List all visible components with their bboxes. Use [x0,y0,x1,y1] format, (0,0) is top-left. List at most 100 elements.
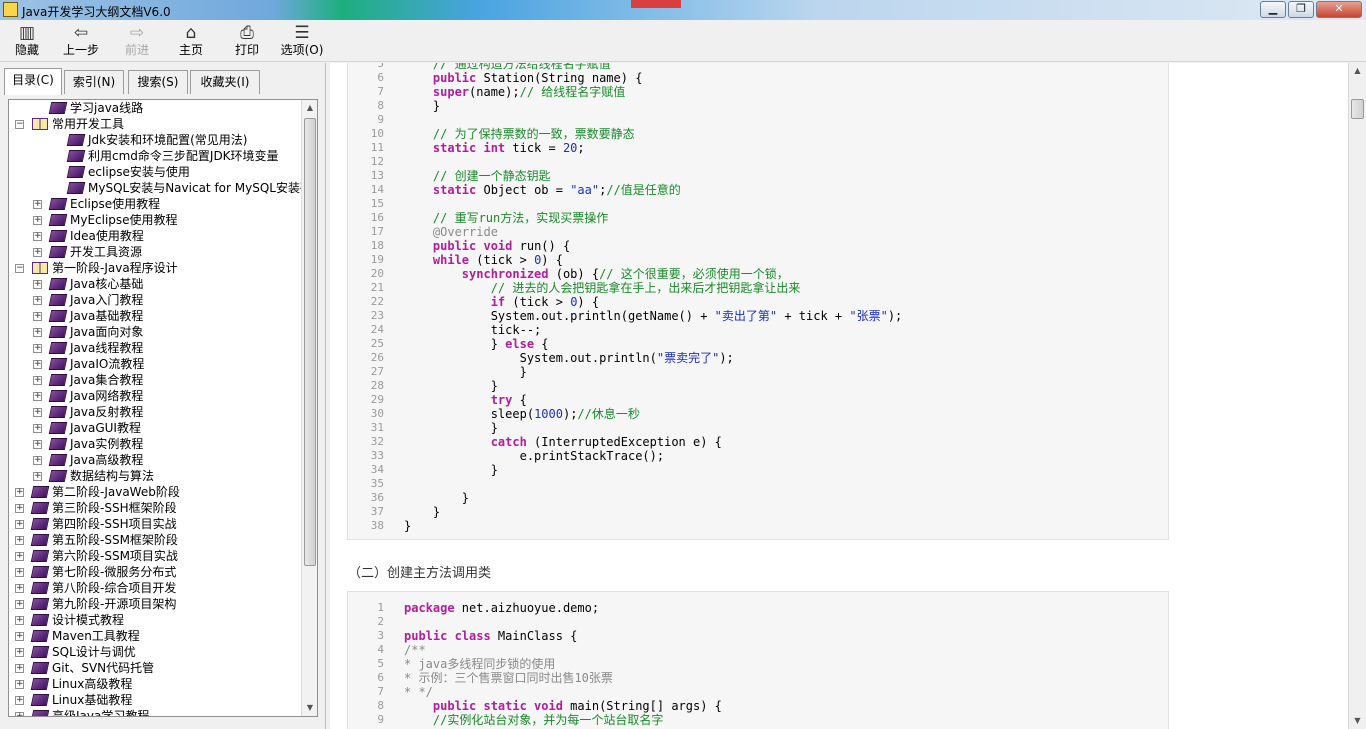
expand-icon[interactable]: + [33,344,42,353]
tree-scrollbar[interactable]: ▲ ▼ [301,100,317,716]
content-scrollbar[interactable]: ▲ ▼ [1348,63,1366,729]
expand-icon[interactable]: + [33,280,42,289]
code-line: 8 public static void main(String[] args)… [348,699,1168,713]
expand-icon[interactable]: + [15,680,24,689]
expand-icon[interactable]: + [33,296,42,305]
tab-favorites[interactable]: 收藏夹(I) [190,70,260,94]
tree-item[interactable]: + SQL设计与调优 [9,644,301,660]
expand-icon[interactable]: + [15,504,24,513]
tree-item[interactable]: Jdk安装和环境配置(常见用法) [9,132,301,148]
tree-item[interactable]: + Java基础教程 [9,308,301,324]
tree-item[interactable]: eclipse安装与使用 [9,164,301,180]
expand-icon[interactable]: + [15,536,24,545]
expand-icon[interactable]: + [33,360,42,369]
tree-item[interactable]: + Java线程教程 [9,340,301,356]
code-token: (ob) { [548,267,600,281]
expand-icon[interactable]: + [15,616,24,625]
expand-icon[interactable]: + [33,216,42,225]
expand-icon[interactable]: + [33,424,42,433]
tree-item[interactable]: + JavaGUI教程 [9,420,301,436]
tree-item[interactable]: + 第八阶段-综合项目开发 [9,580,301,596]
tree-item[interactable]: + Java面向对象 [9,324,301,340]
tree-item[interactable]: 利用cmd命令三步配置JDK环境变量 [9,148,301,164]
expand-icon[interactable]: + [15,664,24,673]
tree-item[interactable]: + 第二阶段-JavaWeb阶段 [9,484,301,500]
collapse-icon[interactable]: − [15,120,24,129]
expand-icon[interactable]: + [33,200,42,209]
forward-button[interactable]: ⇨ 前进 [114,23,160,61]
scroll-down-icon[interactable]: ▼ [302,700,317,716]
expand-icon[interactable]: + [15,648,24,657]
expand-icon[interactable]: + [33,232,42,241]
close-button[interactable]: ✕ [1316,1,1362,18]
restore-button[interactable]: ❐ [1288,1,1314,18]
code-text: public Station(String name) { [404,71,643,85]
tree-item[interactable]: + Java网络教程 [9,388,301,404]
back-button[interactable]: ⇦ 上一步 [58,23,104,61]
tab-contents[interactable]: 目录(C) [4,68,62,95]
print-button[interactable]: ⎙ 打印 [224,23,270,61]
expand-icon[interactable]: + [33,248,42,257]
expand-icon[interactable]: + [33,376,42,385]
scroll-up-icon[interactable]: ▲ [302,100,317,116]
expand-icon[interactable]: + [15,712,24,716]
collapse-icon[interactable]: − [15,264,24,273]
tree-item[interactable]: + 数据结构与算法 [9,468,301,484]
expand-icon[interactable]: + [15,584,24,593]
tree-item[interactable]: + Linux基础教程 [9,692,301,708]
tree-item[interactable]: + 第四阶段-SSH项目实战 [9,516,301,532]
expand-icon[interactable]: + [33,392,42,401]
expand-icon[interactable]: + [15,696,24,705]
tree-item[interactable]: + Maven工具教程 [9,628,301,644]
tree-scroll-thumb[interactable] [304,118,316,566]
tree-item[interactable]: + MyEclipse使用教程 [9,212,301,228]
expand-icon[interactable]: + [15,488,24,497]
tree-item[interactable]: + Java高级教程 [9,452,301,468]
tree-item[interactable]: + 第五阶段-SSM框架阶段 [9,532,301,548]
minimize-button[interactable]: ▁ [1260,1,1286,18]
expand-icon[interactable]: + [15,568,24,577]
tree-item[interactable]: + Idea使用教程 [9,228,301,244]
tree-item[interactable]: − 常用开发工具 [9,116,301,132]
expand-icon[interactable]: + [15,552,24,561]
scroll-down-icon[interactable]: ▼ [1349,713,1366,729]
expand-icon[interactable]: + [33,440,42,449]
code-text: public void run() { [404,239,570,253]
expand-icon[interactable]: + [15,520,24,529]
expand-icon[interactable]: + [15,600,24,609]
content-scroll-thumb[interactable] [1351,99,1364,119]
tree-item[interactable]: + Java集合教程 [9,372,301,388]
tree-item[interactable]: + Java核心基础 [9,276,301,292]
options-button[interactable]: ☰ 选项(O) [276,23,328,61]
expand-icon[interactable]: + [33,456,42,465]
tree-item[interactable]: MySQL安装与Navicat for MySQL安装破解 [9,180,301,196]
home-button[interactable]: ⌂ 主页 [168,23,214,61]
tree-item[interactable]: + 第三阶段-SSH框架阶段 [9,500,301,516]
expand-icon[interactable]: + [33,408,42,417]
tree-item[interactable]: + 高级Java学习教程 [9,708,301,716]
expand-icon[interactable]: + [33,472,42,481]
tree-item[interactable]: + 设计模式教程 [9,612,301,628]
tree-item[interactable]: + Java反射教程 [9,404,301,420]
tree-item[interactable]: + Git、SVN代码托管 [9,660,301,676]
tree-item[interactable]: + Java入门教程 [9,292,301,308]
tree-item[interactable]: + JavaIO流教程 [9,356,301,372]
tab-index[interactable]: 索引(N) [64,70,124,94]
tree-item[interactable]: + 第六阶段-SSM项目实战 [9,548,301,564]
closed-book-icon [48,278,68,290]
code-token: // 这个很重要，必须使用一个锁， [599,267,789,281]
tree-item[interactable]: + Eclipse使用教程 [9,196,301,212]
tree-item[interactable]: − 第一阶段-Java程序设计 [9,260,301,276]
tree-item[interactable]: + 开发工具资源 [9,244,301,260]
tree-item[interactable]: + 第七阶段-微服务分布式 [9,564,301,580]
tree-item[interactable]: + 第九阶段-开源项目架构 [9,596,301,612]
hide-button[interactable]: ▥ 隐藏 [4,23,50,61]
tab-search[interactable]: 搜索(S) [128,70,188,94]
tree-item[interactable]: 学习java线路 [9,100,301,116]
scroll-up-icon[interactable]: ▲ [1349,63,1366,79]
tree-item[interactable]: + Linux高级教程 [9,676,301,692]
tree-item[interactable]: + Java实例教程 [9,436,301,452]
expand-icon[interactable]: + [33,328,42,337]
expand-icon[interactable]: + [15,632,24,641]
expand-icon[interactable]: + [33,312,42,321]
